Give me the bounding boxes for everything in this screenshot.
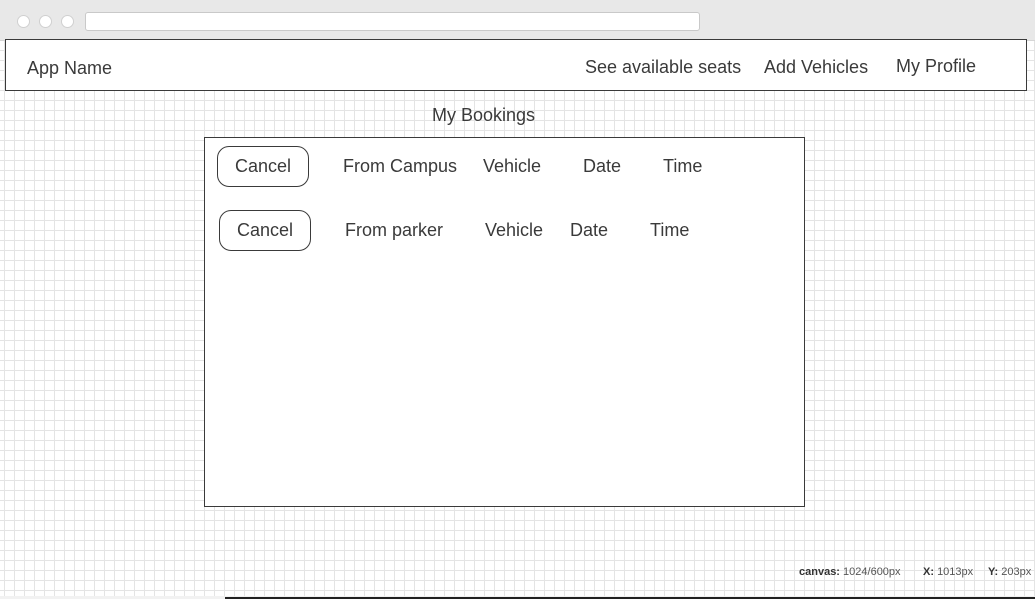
canvas-label: canvas:: [799, 566, 840, 578]
booking-time: Time: [650, 220, 690, 240]
app-name: App Name: [27, 58, 113, 78]
canvas-value: 1024/600px: [843, 566, 901, 578]
booking-date: Date: [570, 220, 609, 240]
window-maximize-icon[interactable]: [61, 15, 74, 28]
nav-link-add-vehicles[interactable]: Add Vehicles: [764, 57, 868, 77]
page-title: My Bookings: [432, 105, 536, 125]
booking-vehicle: Vehicle: [483, 156, 542, 176]
window-close-icon[interactable]: [17, 15, 30, 28]
nav-link-available-seats[interactable]: See available seats: [585, 57, 741, 77]
booking-date: Date: [583, 156, 622, 176]
navbar: App Name See available seats Add Vehicle…: [5, 39, 1027, 91]
x-label: X:: [923, 566, 934, 578]
booking-route: From parker: [345, 220, 444, 240]
canvas-size-readout: canvas: 1024/600px: [799, 566, 901, 578]
cancel-booking-button[interactable]: Cancel: [219, 210, 311, 251]
address-bar[interactable]: [85, 12, 700, 31]
booking-time: Time: [663, 156, 703, 176]
y-value: 203px: [1001, 566, 1032, 578]
window-minimize-icon[interactable]: [39, 15, 52, 28]
browser-chrome: [0, 0, 1035, 41]
bookings-panel: Cancel From Campus Vehicle Date Time Can…: [204, 137, 805, 507]
y-coordinate-readout: Y: 203px: [988, 566, 1031, 578]
nav-link-my-profile[interactable]: My Profile: [896, 56, 976, 76]
booking-vehicle: Vehicle: [485, 220, 544, 240]
booking-route: From Campus: [343, 156, 458, 176]
y-label: Y:: [988, 566, 999, 578]
x-value: 1013px: [937, 566, 974, 578]
x-coordinate-readout: X: 1013px: [923, 566, 973, 578]
cancel-booking-button[interactable]: Cancel: [217, 146, 309, 187]
